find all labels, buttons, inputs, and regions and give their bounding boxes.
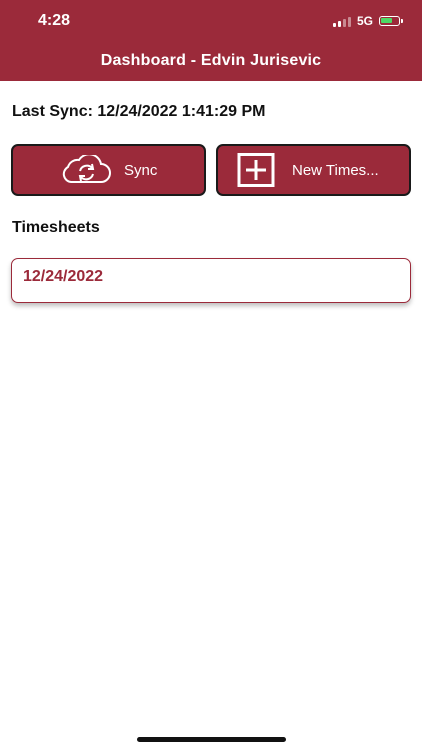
new-timesheet-button[interactable]: New Times...	[216, 144, 411, 196]
cellular-signal-icon	[332, 16, 351, 27]
new-timesheet-button-label: New Times...	[292, 161, 379, 179]
plus-box-icon	[236, 153, 276, 187]
sync-button-label: Sync	[124, 161, 158, 179]
sync-button[interactable]: Sync	[11, 144, 206, 196]
status-time: 4:28	[38, 12, 71, 29]
timesheet-date: 12/24/2022	[23, 268, 104, 285]
battery-icon	[379, 16, 403, 26]
top-bar: 4:28 5G Dashboard - Edvin Jurisevic	[0, 0, 422, 81]
network-type: 5G	[356, 14, 373, 28]
dashboard-screen: 4:28 5G Dashboard - Edvin Jurisevic Last…	[0, 0, 422, 750]
home-indicator[interactable]	[137, 737, 286, 742]
timesheets-heading: Timesheets	[12, 219, 100, 236]
battery-level	[381, 18, 392, 23]
cloud-sync-icon	[58, 155, 114, 185]
status-indicators: 5G	[332, 14, 403, 28]
timesheet-list-item[interactable]: 12/24/2022	[11, 258, 411, 303]
page-title: Dashboard - Edvin Jurisevic	[100, 52, 322, 69]
last-sync-text: Last Sync: 12/24/2022 1:41:29 PM	[12, 103, 266, 120]
